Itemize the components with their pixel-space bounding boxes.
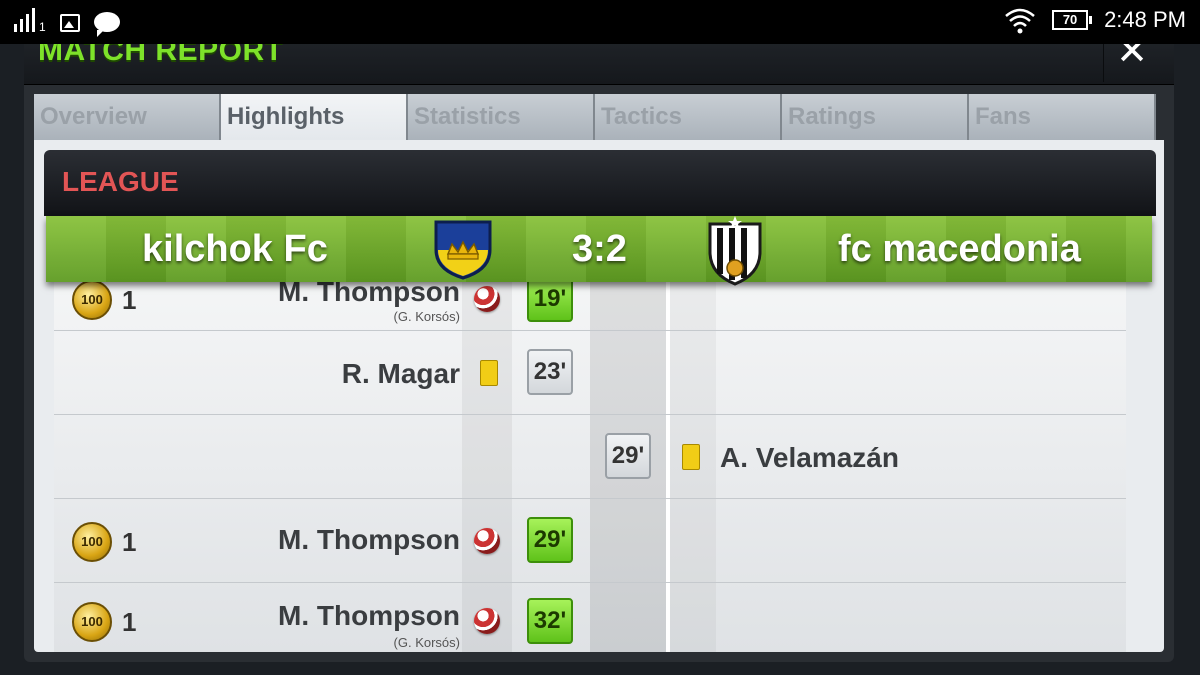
message-notification-icon xyxy=(93,12,120,37)
tab-ratings[interactable]: Ratings xyxy=(782,94,969,140)
clock: 2:48 PM xyxy=(1104,7,1186,32)
coin-reward-value: 1 xyxy=(122,527,137,557)
away-team-name: fc macedonia xyxy=(838,228,1081,270)
battery-level: 70 xyxy=(1062,12,1078,27)
home-team-crest-icon xyxy=(434,220,492,280)
match-score: 3:2 xyxy=(572,228,627,270)
event-minute: 32' xyxy=(527,598,573,644)
report-tabs: Overview Highlights Statistics Tactics Ratin… xyxy=(34,94,1158,140)
tab-overview[interactable]: Overview xyxy=(34,94,221,140)
scorer-name: M. Thompson xyxy=(278,282,460,307)
competition-bar: LEAGUE xyxy=(44,150,1156,216)
coin-reward-icon: 100 xyxy=(72,522,112,562)
gallery-notification-icon xyxy=(59,14,80,32)
highlight-row[interactable]: R. Magar 23' xyxy=(54,330,1126,415)
coin-reward-icon: 100 xyxy=(72,282,112,320)
yellow-card-icon xyxy=(682,444,700,470)
highlight-row[interactable]: 29' A. Velamazán xyxy=(54,414,1126,499)
match-report-panel: MATCH REPORT ✕ Overview Highlights Statist… xyxy=(24,28,1174,662)
event-minute: 29' xyxy=(527,517,573,563)
event-minute: 19' xyxy=(527,282,573,322)
scorer-name: M. Thompson xyxy=(278,600,460,631)
wifi-icon xyxy=(1005,8,1035,34)
booked-player-name: R. Magar xyxy=(341,358,460,389)
tab-tactics[interactable]: Tactics xyxy=(595,94,782,140)
sim-slot-label: 1 xyxy=(39,20,46,34)
coin-reward-value: 1 xyxy=(122,607,137,637)
coin-reward-icon: 100 xyxy=(72,602,112,642)
booked-player-name: A. Velamazán xyxy=(720,442,899,473)
tab-statistics[interactable]: Statistics xyxy=(408,94,595,140)
highlight-row[interactable]: 100 1 M. Thompson 29' xyxy=(54,498,1126,583)
home-team-name: kilchok Fc xyxy=(142,228,328,270)
goal-ball-icon xyxy=(474,286,500,312)
away-team-crest-icon xyxy=(708,216,762,286)
event-minute: 29' xyxy=(605,433,651,479)
scorer-name: M. Thompson xyxy=(278,524,460,555)
tab-fans[interactable]: Fans xyxy=(969,94,1156,140)
tab-highlights[interactable]: Highlights xyxy=(221,94,408,140)
highlight-row[interactable]: 100 1 M. Thompson (G. Korsós) 19' xyxy=(54,282,1126,331)
yellow-card-icon xyxy=(480,360,498,386)
battery-icon: 70 xyxy=(1052,10,1093,30)
goal-ball-icon xyxy=(474,608,500,634)
scoreboard: kilchok Fc 3:2 fc macedonia xyxy=(46,216,1152,286)
highlights-content: LEAGUE kilchok Fc 3:2 fc macedonia 100 1… xyxy=(34,140,1164,652)
coin-reward-value: 1 xyxy=(122,285,137,315)
assist-name: (G. Korsós) xyxy=(393,309,460,324)
goal-ball-icon xyxy=(474,528,500,554)
assist-name: (G. Korsós) xyxy=(393,635,460,650)
signal-strength-icon xyxy=(14,8,35,32)
status-bar: 1 70 2:48 PM xyxy=(0,0,1200,44)
highlight-row[interactable]: 100 1 M. Thompson (G. Korsós) 32' xyxy=(54,582,1126,652)
event-minute: 23' xyxy=(527,349,573,395)
highlights-list[interactable]: 100 1 M. Thompson (G. Korsós) 19' R. Mag… xyxy=(54,282,1126,652)
competition-label: LEAGUE xyxy=(62,166,179,197)
